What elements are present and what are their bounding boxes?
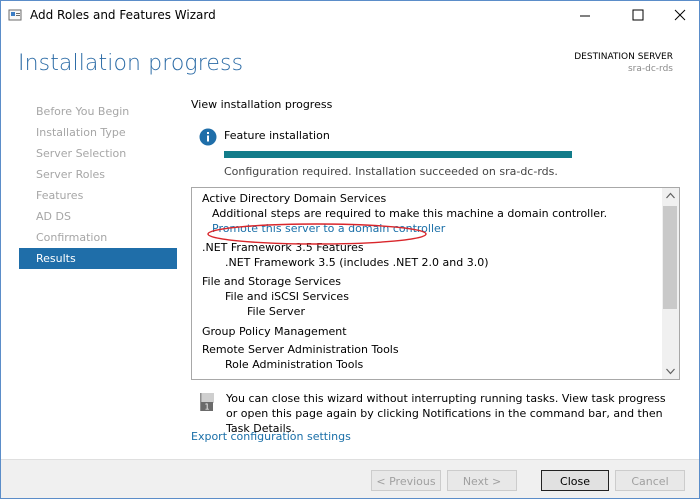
- wizard-footer: < Previous Next > Close Cancel: [1, 459, 699, 498]
- scroll-down-icon[interactable]: [666, 368, 675, 375]
- result-detail: File Server: [247, 305, 305, 318]
- cancel-button[interactable]: Cancel: [615, 470, 685, 491]
- nav-item-installation-type[interactable]: Installation Type: [19, 122, 177, 143]
- nav-item-features[interactable]: Features: [19, 185, 177, 206]
- result-heading: Active Directory Domain Services: [202, 192, 387, 205]
- red-annotation-ellipse: [207, 223, 427, 245]
- window-title: Add Roles and Features Wizard: [30, 8, 216, 22]
- close-window-button[interactable]: [658, 1, 700, 30]
- installation-progress-bar: [224, 151, 572, 158]
- minimize-button[interactable]: [564, 1, 608, 30]
- export-configuration-link[interactable]: Export configuration settings: [191, 430, 351, 443]
- notification-badge-count: 1: [204, 403, 209, 412]
- result-detail: File and iSCSI Services: [225, 290, 349, 303]
- nav-item-server-selection[interactable]: Server Selection: [19, 143, 177, 164]
- info-icon: [199, 128, 217, 146]
- app-icon: [8, 9, 22, 21]
- next-button[interactable]: Next >: [447, 470, 517, 491]
- previous-button[interactable]: < Previous: [371, 470, 441, 491]
- result-heading: Group Policy Management: [202, 325, 347, 338]
- result-heading: File and Storage Services: [202, 275, 342, 288]
- status-message: Configuration required. Installation suc…: [224, 165, 558, 178]
- wizard-nav: Before You Begin Installation Type Serve…: [19, 101, 177, 269]
- scrollbar-thumb[interactable]: [663, 206, 677, 309]
- destination-server-name: sra-dc-rds: [627, 64, 673, 74]
- scroll-up-icon[interactable]: [666, 192, 675, 199]
- results-list[interactable]: Active Directory Domain Services Additio…: [191, 187, 680, 380]
- nav-item-confirmation[interactable]: Confirmation: [19, 227, 177, 248]
- nav-item-server-roles[interactable]: Server Roles: [19, 164, 177, 185]
- notification-flag-icon: 1: [200, 393, 214, 412]
- result-heading: Remote Server Administration Tools: [202, 343, 399, 356]
- nav-item-results[interactable]: Results: [19, 248, 177, 269]
- close-button[interactable]: Close: [541, 470, 609, 491]
- page-title: Installation progress: [18, 51, 244, 76]
- result-detail: Role Administration Tools: [225, 358, 364, 371]
- progress-fill: [224, 151, 572, 158]
- wizard-window: Add Roles and Features Wizard Installati…: [0, 0, 700, 499]
- feature-installation-label: Feature installation: [224, 129, 330, 142]
- maximize-button[interactable]: [616, 1, 660, 30]
- title-bar: Add Roles and Features Wizard: [1, 1, 699, 30]
- nav-item-ad-ds[interactable]: AD DS: [19, 206, 177, 227]
- view-progress-heading: View installation progress: [191, 98, 333, 111]
- results-scrollbar[interactable]: [662, 188, 679, 379]
- nav-item-before-you-begin[interactable]: Before You Begin: [19, 101, 177, 122]
- result-detail: Additional steps are required to make th…: [212, 207, 608, 220]
- destination-server-label: DESTINATION SERVER: [574, 52, 673, 62]
- result-detail: .NET Framework 3.5 (includes .NET 2.0 an…: [225, 256, 489, 269]
